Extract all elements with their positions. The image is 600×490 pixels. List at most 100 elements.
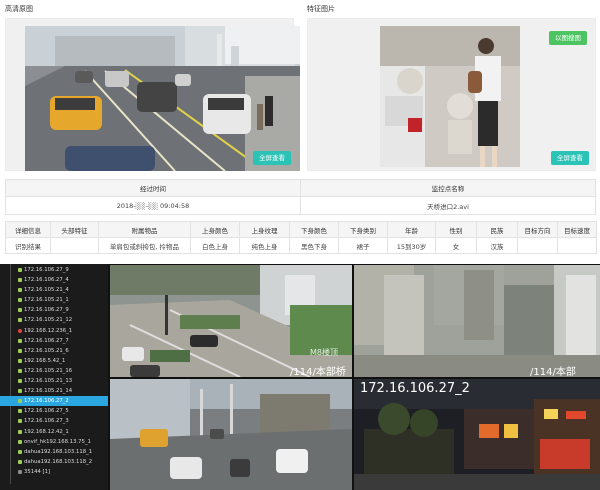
camera-icon	[18, 308, 22, 313]
camera-icon	[18, 379, 22, 384]
device-tree-item-label: dahua192.168.103.118_2	[24, 458, 93, 465]
detail-value: 识别结果	[5, 237, 51, 254]
detail-value: 汉族	[476, 237, 518, 254]
camera-icon	[18, 348, 22, 353]
camera-icon	[18, 358, 22, 363]
camera-icon	[18, 338, 22, 343]
detail-value: 单肩包或斜挎包, 拎物品	[98, 237, 191, 254]
pass-info-table: 经过时间 监控点名称 2018-░░-░░ 09:04:58 天桥进口2.avi	[5, 179, 596, 215]
device-tree-item[interactable]: dahua192.168.103.118_1	[0, 447, 108, 457]
device-tree-item-label: 172.16.106.27_3	[24, 418, 69, 425]
camera-view-3[interactable]	[110, 379, 352, 490]
detail-header: 详细信息	[5, 221, 51, 238]
detail-header: 下身颜色	[289, 221, 339, 238]
device-tree-item[interactable]: 172.16.105.21_14	[0, 386, 108, 396]
detail-value: 15到30岁	[387, 237, 436, 254]
device-tree-item-label: 172.16.106.27_9	[24, 267, 69, 273]
video-grid: M8楼顶 /114/本部桥 /114/本部 172.16.106.27_2	[108, 264, 600, 490]
camera-overlay-label: /114/本部	[530, 367, 576, 377]
camera-icon	[18, 298, 22, 303]
camera-view-1[interactable]: M8楼顶 /114/本部桥	[110, 265, 352, 377]
alert-icon	[18, 328, 22, 333]
detail-header: 上身纹理	[239, 221, 290, 238]
device-tree-item-label: dahua192.168.103.118_1	[24, 448, 93, 455]
camera-icon	[18, 449, 22, 454]
detail-header: 上身颜色	[190, 221, 240, 238]
camera-icon	[18, 429, 22, 434]
camera-icon	[18, 288, 22, 293]
feature-image-panel: 以图搜图 全屏查看	[307, 18, 596, 171]
detail-header: 附属物品	[98, 221, 191, 238]
camera-icon	[18, 268, 22, 272]
fullscreen-button-right[interactable]: 全屏查看	[551, 151, 589, 165]
device-tree-item[interactable]: 192.168.5.42_1	[0, 356, 108, 366]
detail-header: 下身类别	[338, 221, 388, 238]
hd-image-panel: 全屏查看	[5, 18, 300, 171]
device-tree-item[interactable]: 172.16.106.27_2	[0, 396, 108, 407]
detail-info-table: 详细信息 头部特征 附属物品 上身颜色 上身纹理 下身颜色 下身类别 年龄 性别…	[5, 221, 597, 254]
detail-value: 黑色下身	[289, 237, 339, 254]
pass-time-value: 2018-░░-░░ 09:04:58	[5, 196, 301, 215]
detail-header: 头部特征	[50, 221, 99, 238]
device-tree-item[interactable]: 172.16.105.21_4	[0, 285, 108, 295]
camera-overlay-label: 172.16.106.27_2	[360, 381, 470, 396]
device-tree-item[interactable]: 172.16.106.27_3	[0, 416, 108, 426]
device-tree-item-label: 172.16.106.27_2	[24, 398, 69, 405]
camera-overlay-label: /114/本部桥	[290, 367, 346, 377]
folder-icon	[18, 469, 22, 474]
device-tree-item[interactable]: 172.16.106.27_9	[0, 265, 108, 275]
device-tree-item-label: 172.16.105.21_16	[24, 367, 73, 374]
detail-header: 民族	[476, 221, 518, 238]
detail-value	[557, 237, 597, 254]
detail-value	[50, 237, 99, 254]
camera-watermark: M8楼顶	[310, 348, 338, 357]
device-tree-item[interactable]: 192.168.12.236_1	[0, 326, 108, 336]
device-tree-item-label: onvif_hk192.168.13.75_1	[24, 438, 91, 445]
monitor-point-value: 天桥进口2.avi	[300, 196, 596, 215]
device-tree-item-label: 172.16.105.21_4	[24, 287, 69, 294]
camera-view-2[interactable]: /114/本部	[354, 265, 600, 377]
camera-icon	[18, 459, 22, 464]
device-tree-item-label: 172.16.106.27_7	[24, 337, 69, 344]
detail-value: 女	[435, 237, 477, 254]
hd-street-photo[interactable]	[25, 26, 300, 171]
monitor-point-header: 监控点名称	[300, 179, 596, 197]
detail-value: 裙子	[338, 237, 388, 254]
search-by-image-button[interactable]: 以图搜图	[549, 31, 587, 45]
camera-icon	[18, 409, 22, 414]
camera-icon	[18, 278, 22, 283]
fullscreen-button-left[interactable]: 全屏查看	[253, 151, 291, 165]
detail-value: 白色上身	[190, 237, 240, 254]
device-tree-item[interactable]: 172.16.105.21_16	[0, 366, 108, 376]
device-tree-item-label: 192.168.5.42_1	[24, 357, 66, 364]
device-tree: 172.16.106.27_9 172.16.106.27_4 172.16.105…	[0, 264, 108, 490]
device-tree-item[interactable]: 35144 [1]	[0, 467, 108, 477]
camera-icon	[18, 318, 22, 323]
device-tree-item-label: 172.16.105.21_12	[24, 317, 73, 324]
device-tree-item[interactable]: 172.16.105.21_12	[0, 315, 108, 325]
detail-header: 目标速度	[557, 221, 597, 238]
device-tree-item[interactable]: 192.168.12.42_1	[0, 427, 108, 437]
device-tree-item[interactable]: 172.16.105.21_13	[0, 376, 108, 386]
device-tree-item-label: 172.16.106.27_4	[24, 277, 69, 284]
camera-icon	[18, 399, 22, 404]
detail-value: 纯色上身	[239, 237, 290, 254]
device-tree-item[interactable]: onvif_hk192.168.13.75_1	[0, 437, 108, 447]
device-tree-item[interactable]: 172.16.106.27_7	[0, 336, 108, 346]
device-tree-item[interactable]: 172.16.105.21_6	[0, 346, 108, 356]
device-tree-item[interactable]: 172.16.106.27_5	[0, 406, 108, 416]
camera-icon	[18, 368, 22, 373]
device-tree-item[interactable]: 172.16.106.27_9	[0, 305, 108, 315]
camera-view-4[interactable]: 172.16.106.27_2	[354, 379, 600, 490]
device-tree-item-label: 172.16.106.27_9	[24, 307, 69, 314]
detail-header-row: 详细信息 头部特征 附属物品 上身颜色 上身纹理 下身颜色 下身类别 年龄 性别…	[5, 221, 597, 238]
device-tree-item-label: 35144 [1]	[24, 468, 51, 475]
device-tree-item[interactable]: dahua192.168.103.118_2	[0, 457, 108, 467]
device-tree-item[interactable]: 172.16.106.27_4	[0, 275, 108, 285]
device-tree-item-label: 172.16.105.21_6	[24, 347, 69, 354]
device-tree-item[interactable]: 172.16.105.21_1	[0, 295, 108, 305]
feature-person-photo[interactable]	[380, 26, 520, 167]
detail-value-row: 识别结果 单肩包或斜挎包, 拎物品 白色上身 纯色上身 黑色下身 裙子 15到3…	[5, 237, 597, 254]
device-tree-item-label: 192.168.12.236_1	[24, 327, 73, 334]
detail-value	[517, 237, 558, 254]
